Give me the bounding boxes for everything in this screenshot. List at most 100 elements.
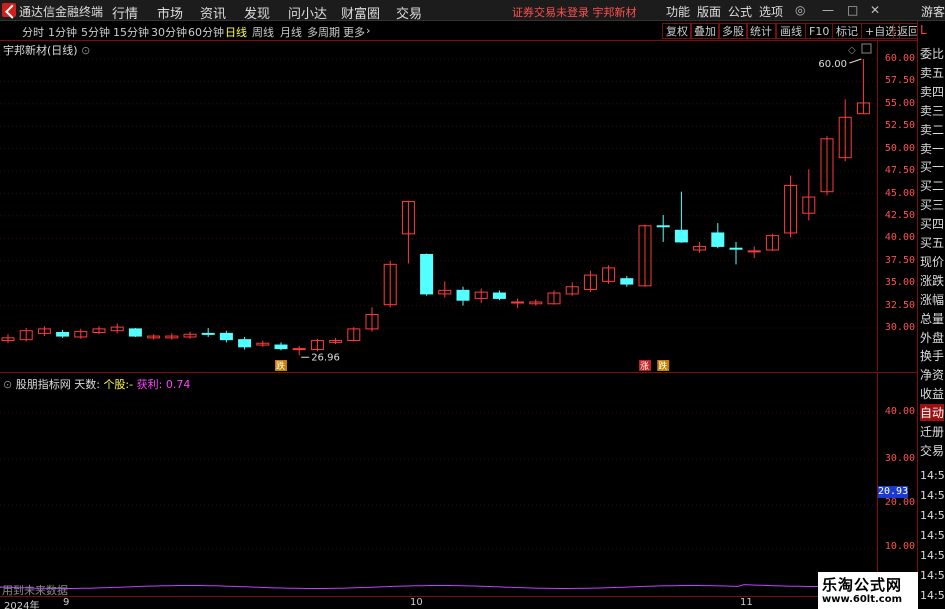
side-item[interactable]: 委比 <box>920 45 944 62</box>
menu-options[interactable]: 选项 <box>759 3 783 20</box>
menu-function[interactable]: 功能 <box>666 3 690 20</box>
ind-tick: 40.00 <box>884 406 915 417</box>
watermark-url: www.60lt.com <box>822 594 903 605</box>
tool-mark[interactable]: 标记 <box>832 23 862 39</box>
period-1min[interactable]: 1分钟 <box>48 24 77 40</box>
side-item[interactable]: 迁册 <box>920 423 944 440</box>
period-timeshare[interactable]: 分时 <box>22 24 44 40</box>
high-label: 60.00 <box>818 59 847 70</box>
period-30min[interactable]: 30分钟 <box>151 24 187 40</box>
help-icon[interactable]: ◎ <box>795 3 805 17</box>
period-60min[interactable]: 60分钟 <box>188 24 224 40</box>
menu-wealth[interactable]: 财富圈 <box>341 3 380 22</box>
diamond-icon: ◇ <box>848 45 856 56</box>
period-5min[interactable]: 5分钟 <box>81 24 110 40</box>
price-tick: 57.50 <box>884 75 915 87</box>
side-item[interactable]: 卖五 <box>920 64 944 81</box>
menu-ask[interactable]: 问小达 <box>288 3 327 22</box>
side-item[interactable]: 换手 <box>920 347 944 364</box>
price-tick: 42.50 <box>884 209 915 221</box>
login-status[interactable]: 证券交易未登录 宇邦新材 <box>512 4 637 20</box>
period-weekly[interactable]: 周线 <box>252 24 274 40</box>
event-marker-label: 跌 <box>658 361 667 371</box>
period-monthly[interactable]: 月线 <box>280 24 302 40</box>
candle-body <box>292 348 306 351</box>
side-item[interactable]: 涨幅 <box>920 291 944 308</box>
price-tick: 32.50 <box>884 299 915 311</box>
menu-discover[interactable]: 发现 <box>244 3 270 22</box>
close-icon[interactable]: ✕ <box>870 3 880 17</box>
side-item[interactable]: 买二 <box>920 177 944 194</box>
indicator-panel[interactable]: ⊙ 股朋指标网 天数: 个股:- 获利: 0.74 <box>0 372 877 594</box>
minimize-icon[interactable]: — <box>822 3 834 17</box>
price-axis: 60.00 57.50 55.00 52.50 50.00 47.50 45.00 42.50… <box>877 41 917 371</box>
side-item[interactable]: 外盘 <box>920 329 944 346</box>
side-item[interactable]: 自动 <box>920 404 945 422</box>
side-item[interactable]: 卖一 <box>920 140 944 157</box>
side-item[interactable]: 卖四 <box>920 83 944 100</box>
candle-body <box>219 332 233 341</box>
price-tick: 50.00 <box>884 142 915 154</box>
candle-body <box>201 332 215 335</box>
tool-f10[interactable]: F10 <box>805 23 834 39</box>
indicator-profit-label: 获利: <box>136 378 163 391</box>
candle-body <box>274 344 288 350</box>
price-tick: 52.50 <box>884 120 915 132</box>
tool-adjust[interactable]: 复权 <box>662 23 692 39</box>
side-item[interactable]: 现价 <box>920 253 944 270</box>
period-multi[interactable]: 多周期 <box>307 24 340 40</box>
chevron-right-icon[interactable]: › <box>366 24 370 37</box>
candle-body <box>511 301 525 304</box>
date-axis: 2024年 9 10 11 <box>0 596 877 609</box>
side-item[interactable]: 总量 <box>920 310 944 327</box>
kline-chart[interactable]: 60.00 26.96 跌涨跌 ◇ 宇邦新材(日线) ⊙ <box>0 41 877 371</box>
side-time: 14:56 <box>920 529 945 542</box>
side-item[interactable]: 交易 <box>920 442 944 459</box>
menu-trade[interactable]: 交易 <box>396 3 422 22</box>
period-15min[interactable]: 15分钟 <box>113 24 149 40</box>
title-bar: 通达信金融终端 行情 市场 资讯 发现 问小达 财富圈 交易 证券交易未登录 宇… <box>0 0 945 22</box>
menu-formula[interactable]: 公式 <box>728 3 752 20</box>
low-label: 26.96 <box>311 352 340 363</box>
side-item[interactable]: 净资 <box>920 366 944 383</box>
menu-news[interactable]: 资讯 <box>200 3 226 22</box>
date-label: 2024年 <box>4 601 40 609</box>
side-item[interactable]: 买五 <box>920 234 944 251</box>
side-item[interactable]: 买一 <box>920 158 944 175</box>
user-label[interactable]: 游客 <box>921 3 945 20</box>
watermark: 乐淘公式网 www.60lt.com <box>818 572 918 609</box>
tool-multi-stock[interactable]: 多股 <box>718 23 748 39</box>
side-item[interactable]: L <box>920 23 927 37</box>
price-tick: 47.50 <box>884 165 915 177</box>
indicator-title: ⊙ 股朋指标网 天数: 个股:- 获利: 0.74 <box>3 378 191 391</box>
side-item[interactable]: 卖三 <box>920 102 944 119</box>
period-daily[interactable]: 日线 <box>225 24 247 40</box>
event-marker-label: 跌 <box>276 361 285 371</box>
side-time: 14:56 <box>920 589 945 602</box>
side-item[interactable]: 卖二 <box>920 121 944 138</box>
ind-current-value: 20.93 <box>878 486 909 498</box>
menu-quotes[interactable]: 行情 <box>112 3 138 22</box>
price-tick: 60.00 <box>884 53 915 64</box>
indicator-days-label: 天数: <box>74 378 100 391</box>
candle-body <box>747 250 761 253</box>
high-arrow <box>849 58 862 64</box>
period-more[interactable]: 更多 <box>343 24 365 40</box>
watermark-title: 乐淘公式网 <box>822 576 903 594</box>
side-panel: L 委比卖五卖四卖三卖二卖一 买一买二买三买四买五现价涨跌涨幅总量外盘 换手净资收益自… <box>917 21 945 609</box>
price-tick: 40.00 <box>884 232 915 244</box>
maximize-icon[interactable]: □ <box>847 3 858 17</box>
candle-body <box>128 328 142 337</box>
tool-overlay[interactable]: 叠加 <box>690 23 720 39</box>
no-data-note: 用到未来数据 <box>2 584 68 597</box>
side-item[interactable]: 买三 <box>920 196 944 213</box>
candle-body <box>238 339 252 348</box>
tool-stats[interactable]: 统计 <box>746 23 776 39</box>
side-item[interactable]: 收益 <box>920 385 944 402</box>
menu-layout[interactable]: 版面 <box>697 3 721 20</box>
menu-market[interactable]: 市场 <box>157 3 183 22</box>
side-item[interactable]: 涨跌 <box>920 272 944 289</box>
tool-draw[interactable]: 画线 <box>776 23 806 39</box>
side-item[interactable]: 买四 <box>920 215 944 232</box>
side-time: 14:56 <box>920 569 945 582</box>
